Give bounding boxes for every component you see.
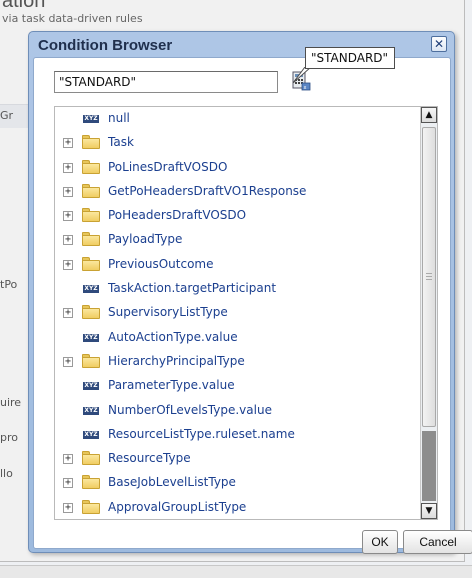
tree-item[interactable]: + ApprovalGroupListType (55, 496, 421, 519)
folder-icon (82, 499, 100, 514)
search-input[interactable] (54, 71, 278, 93)
tree-item[interactable]: XYZ null (55, 107, 421, 131)
folder-icon (82, 256, 100, 271)
tree-item-label: TaskAction.targetParticipant (108, 281, 277, 296)
tree-item[interactable]: XYZ TaskAction.targetParticipant (55, 277, 421, 301)
folder-icon (82, 135, 100, 150)
folder-icon (82, 183, 100, 198)
vertical-scrollbar[interactable]: ▲ ▼ (420, 107, 437, 519)
tree-list: XYZ null + Task + PoLinesDraftVOSDO + GetPoHead… (55, 107, 421, 519)
scroll-track[interactable] (422, 431, 436, 501)
tree-item[interactable]: XYZ NumberOfLevelsType.value (55, 399, 421, 423)
tree-item[interactable]: + HierarchyPrincipalType (55, 350, 421, 374)
expand-icon[interactable]: + (63, 478, 73, 489)
tree-item[interactable]: + SupervisoryListType (55, 301, 421, 325)
folder-icon (82, 159, 100, 174)
tree-item-label: GetPoHeadersDraftVO1Response (108, 183, 307, 198)
close-icon[interactable]: ✕ (431, 36, 447, 52)
xyz-variable-icon: XYZ (83, 333, 99, 342)
condition-tree: XYZ null + Task + PoLinesDraftVOSDO + GetPoHead… (54, 106, 438, 520)
tree-item-label: null (108, 111, 130, 125)
tree-item-label: ResourceListType.ruleset.name (108, 426, 295, 441)
tree-item[interactable]: + ResourceType (55, 447, 421, 471)
folder-icon (82, 305, 100, 320)
tree-item-label: NumberOfLevelsType.value (108, 402, 272, 417)
xyz-variable-icon: XYZ (83, 430, 99, 439)
tree-item-label: ResourceType (108, 451, 191, 466)
scroll-up-button[interactable]: ▲ (421, 107, 437, 123)
folder-icon (82, 475, 100, 490)
expand-icon[interactable]: + (63, 211, 73, 222)
expand-icon[interactable]: + (63, 235, 73, 246)
tree-item-label: AutoActionType.value (108, 329, 238, 344)
tree-item[interactable]: + PayloadType (55, 228, 421, 252)
condition-browser-dialog: Condition Browser ✕ x "STANDARD" XYZ null… (28, 31, 472, 554)
xyz-variable-icon: XYZ (83, 285, 99, 294)
background-label: tPo (0, 278, 18, 291)
expand-icon[interactable]: + (63, 502, 73, 513)
tree-item[interactable]: + BaseJobLevelListType (55, 471, 421, 495)
folder-icon (82, 232, 100, 247)
tree-item-label: SupervisoryListType (108, 305, 228, 320)
tree-item-label: PayloadType (108, 232, 183, 247)
tree-item[interactable]: XYZ ResourceListType.ruleset.name (55, 423, 421, 447)
tree-item[interactable]: + PreviousOutcome (55, 253, 421, 277)
tree-item[interactable]: + GetPoHeadersDraftVO1Response (55, 180, 421, 204)
tree-item-label: PoHeadersDraftVOSDO (108, 208, 247, 223)
folder-icon (82, 451, 100, 466)
background-subtitle: via task data-driven rules (2, 12, 143, 25)
xyz-variable-icon: XYZ (83, 406, 99, 415)
background-label: pro (0, 431, 18, 444)
background-label: Gr (0, 109, 14, 122)
tree-item-label: BaseJobLevelListType (108, 475, 236, 490)
tree-item[interactable]: XYZ AutoActionType.value (55, 326, 421, 350)
expand-icon[interactable]: + (63, 186, 73, 197)
expand-icon[interactable]: + (63, 308, 73, 319)
tree-item-label: PoLinesDraftVOSDO (108, 159, 228, 174)
scroll-thumb[interactable] (422, 127, 436, 427)
tree-item[interactable]: + PoLinesDraftVOSDO (55, 156, 421, 180)
tree-item[interactable]: + PoHeadersDraftVOSDO (55, 204, 421, 228)
dialog-title: Condition Browser (38, 37, 173, 54)
tree-item-label: ParameterType.value (108, 378, 235, 393)
tooltip-pointer (293, 67, 311, 83)
scroll-down-button[interactable]: ▼ (421, 503, 437, 519)
xyz-variable-icon: XYZ (83, 382, 99, 391)
background-label: llo (0, 467, 13, 480)
ok-button[interactable]: OK (362, 530, 398, 554)
tree-item[interactable]: + Task (55, 131, 421, 155)
background-label: uire (0, 396, 22, 409)
expand-icon[interactable]: + (63, 162, 73, 173)
tree-item-label: Task (108, 135, 134, 150)
tree-item-label: ApprovalGroupListType (108, 499, 247, 514)
expand-icon[interactable]: + (63, 138, 73, 149)
folder-icon (82, 353, 100, 368)
tree-item[interactable]: XYZ ParameterType.value (55, 374, 421, 398)
cancel-button[interactable]: Cancel (403, 530, 472, 554)
dialog-body: x "STANDARD" XYZ null + Task + PoLinesDraftVO… (33, 47, 451, 549)
xyz-variable-icon: XYZ (83, 115, 99, 123)
grip-icon (426, 273, 432, 280)
expand-icon[interactable]: + (63, 259, 73, 270)
tree-item-label: PreviousOutcome (108, 256, 214, 271)
folder-icon (82, 208, 100, 223)
tree-item-label: HierarchyPrincipalType (108, 353, 245, 368)
background-status-bar (0, 565, 472, 578)
expand-icon[interactable]: + (63, 356, 73, 367)
expand-icon[interactable]: + (63, 454, 73, 465)
value-tooltip: "STANDARD" (305, 47, 395, 69)
svg-text:x: x (304, 85, 307, 91)
